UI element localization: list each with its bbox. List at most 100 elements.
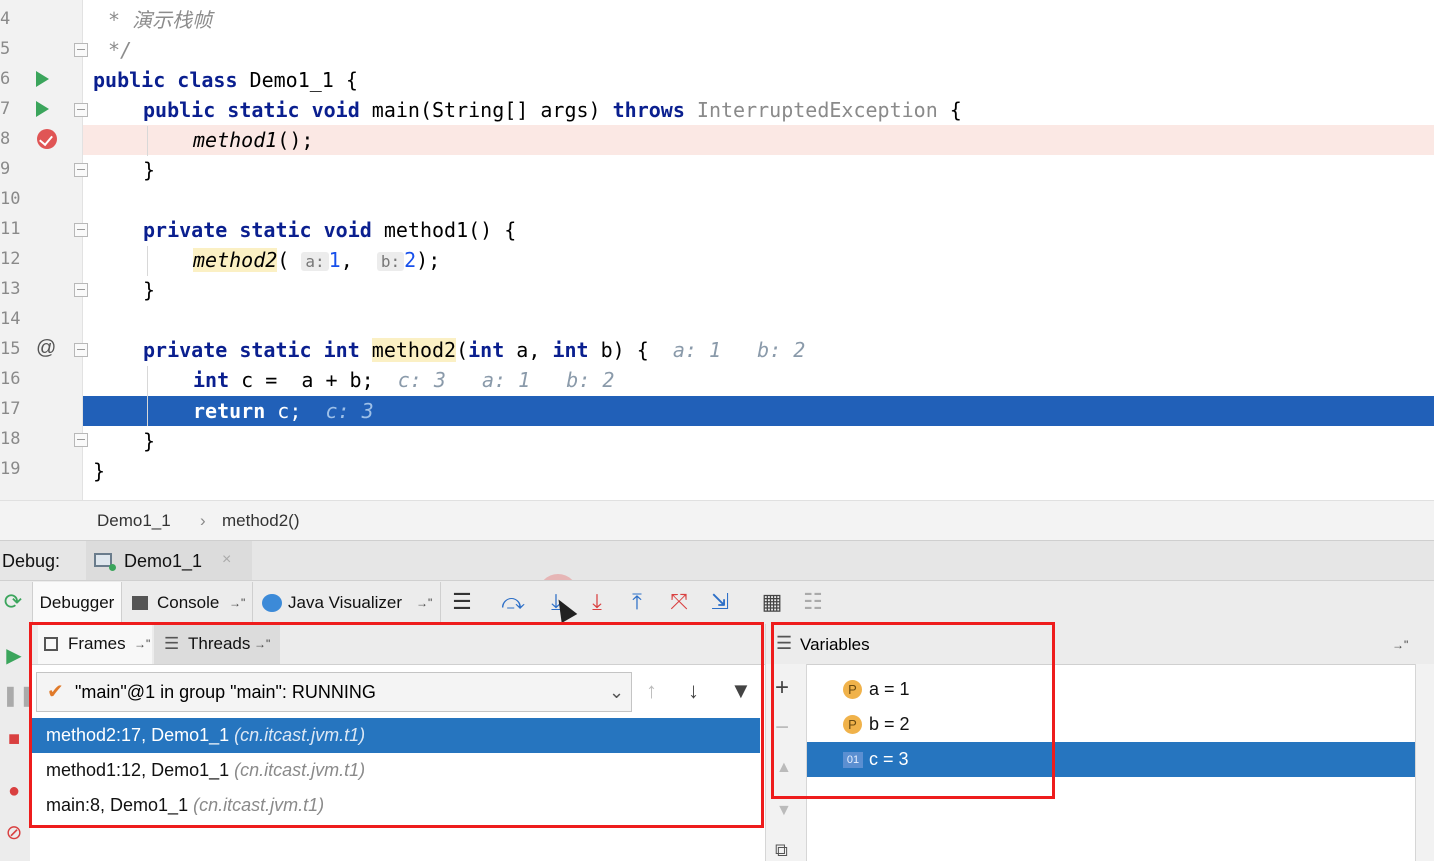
move-up-icon[interactable]: ▲ [776,759,792,777]
variable-row[interactable]: P a = 1 [807,672,1415,707]
pin-icon[interactable]: →" [254,624,270,664]
code-editor[interactable]: 4 5 6 7 8 9 10 11 12 13 14 15 16 17 18 1… [0,0,1434,500]
code-token: InterruptedException [684,98,938,122]
method-annotation-icon: @ [36,337,57,359]
variables-icon: ☰ [776,633,793,653]
indent-guide [147,366,148,426]
tab-debugger[interactable]: Debugger [32,582,122,624]
code-line[interactable]: private static void method1() { [83,215,1434,245]
code-line[interactable]: method2( a: 1, b: 2); [83,245,1434,275]
code-line[interactable]: } [83,275,1434,305]
line-number: 18 [0,429,21,449]
code-line[interactable]: * 演示栈帧 [83,5,1434,35]
variable-row[interactable]: P b = 2 [807,707,1415,742]
keyword: public static void [143,98,360,122]
copy-icon[interactable]: ⧉ [775,840,788,861]
param-hint: a: [301,252,329,271]
code-line[interactable]: public class Demo1_1 { [83,65,1434,95]
frame-item[interactable]: method2:17, Demo1_1 (cn.itcast.jvm.t1) [30,718,760,753]
visualizer-icon [262,594,282,612]
code-token: { [937,98,962,122]
debug-side-toolbar: ▶ ❚❚ ■ ● ⊘ [0,624,36,861]
editor-gutter[interactable]: 4 5 6 7 8 9 10 11 12 13 14 15 16 17 18 1… [0,0,88,500]
variables-header: ☰ Variables →" [766,624,1434,665]
threads-icon: ☰ [164,634,180,653]
frame-label: method1:12, Demo1_1 [46,760,230,780]
code-line[interactable]: int c = a + b; c: 3 a: 1 b: 2 [83,365,1434,395]
breakpoint-icon[interactable] [37,129,57,149]
close-icon[interactable]: × [222,551,231,569]
evaluate-expression-icon[interactable]: ▦ [759,589,785,615]
add-watch-icon[interactable]: + [775,674,789,702]
keyword: private static void [143,218,372,242]
line-number: 11 [0,219,21,239]
thread-selector[interactable]: ✔ "main"@1 in group "main": RUNNING ⌄ [36,672,632,712]
step-out-icon[interactable]: ⤒ [624,589,650,615]
tab-threads[interactable]: ☰ Threads →" [154,624,280,664]
code-token: ( [456,338,469,362]
code-line[interactable]: public static void main(String[] args) t… [83,95,1434,125]
line-number: 12 [0,249,21,269]
run-gutter-icon[interactable] [36,101,49,117]
frames-panel: Frames →" ☰ Threads →" ✔ "main"@1 in gro… [30,624,766,861]
remove-watch-icon[interactable]: − [775,714,789,742]
resume-icon[interactable]: ▶ [2,644,26,668]
breadcrumb-class[interactable]: Demo1_1 [97,511,171,531]
run-gutter-icon[interactable] [36,71,49,87]
comment-text: * 演示栈帧 [108,8,213,32]
comment-text: */ [108,38,133,62]
mute-breakpoints-icon[interactable]: ⊘ [2,821,26,845]
indent-guide [147,126,148,156]
variable-value: b = 2 [869,714,910,734]
move-down-icon[interactable]: ▼ [776,802,792,820]
tab-java-visualizer[interactable]: Java Visualizer →" [254,582,441,624]
frames-tab-bar: Frames →" ☰ Threads →" [30,624,765,665]
code-line[interactable]: */ [83,35,1434,65]
line-number: 14 [0,309,21,329]
code-text: int c = a + b; c: 3 a: 1 b: 2 [193,365,614,395]
code-line[interactable]: private static int method2(int a, int b)… [83,335,1434,365]
line-number: 8 [0,129,11,149]
code-token: c; [265,399,302,423]
tab-console[interactable]: Console →" [122,582,253,624]
pin-icon[interactable]: →" [1392,638,1408,652]
breakpoint-line[interactable]: method1(); [83,125,1434,155]
arrow-up-icon[interactable]: ↑ [646,678,657,704]
variable-value: c = 3 [869,749,909,769]
frame-item[interactable]: main:8, Demo1_1 (cn.itcast.jvm.t1) [30,788,760,823]
line-number: 7 [0,99,11,119]
pin-icon[interactable]: →" [416,582,432,624]
view-breakpoints-icon[interactable]: ● [2,779,26,803]
code-token: ) { [612,338,649,362]
code-line[interactable]: } [83,456,1434,486]
trace-icon[interactable]: ☷ [800,589,826,615]
code-token: ( [277,248,290,272]
tab-label: Debugger [39,593,115,612]
arrow-down-icon[interactable]: ↓ [688,678,699,704]
variable-row[interactable]: 01 c = 3 [807,742,1415,777]
force-step-into-icon[interactable]: ⤓ [584,589,610,615]
frame-item[interactable]: method1:12, Demo1_1 (cn.itcast.jvm.t1) [30,753,760,788]
pin-icon[interactable]: →" [134,624,150,664]
code-line[interactable]: } [83,426,1434,456]
code-token: (); [277,128,314,152]
pin-icon[interactable]: →" [229,582,245,624]
code-token: c = a + b; [229,368,374,392]
show-execution-point-icon[interactable]: ☰ [449,589,475,615]
run-to-cursor-icon[interactable]: ⇲ [707,589,733,615]
tab-frames[interactable]: Frames →" [38,624,152,664]
stop-icon[interactable]: ■ [2,727,26,751]
inline-debug-values: c: 3 [325,399,374,423]
drop-frame-icon[interactable]: ⤧ [666,589,692,615]
breadcrumb-method[interactable]: method2() [222,511,299,531]
step-over-icon[interactable]: ⤼ [500,589,526,615]
code-token: , [528,338,541,362]
code-line[interactable]: } [83,155,1434,185]
filter-icon[interactable]: ▼ [730,678,752,704]
debug-session-tab[interactable]: Demo1_1 × [86,541,252,581]
variable-value: a = 1 [869,679,910,699]
rerun-icon[interactable]: ⟳ [0,589,26,615]
pause-icon[interactable]: ❚❚ [2,684,36,708]
current-execution-line[interactable]: return c; c: 3 [83,396,1434,426]
parameter-icon: P [843,715,862,734]
